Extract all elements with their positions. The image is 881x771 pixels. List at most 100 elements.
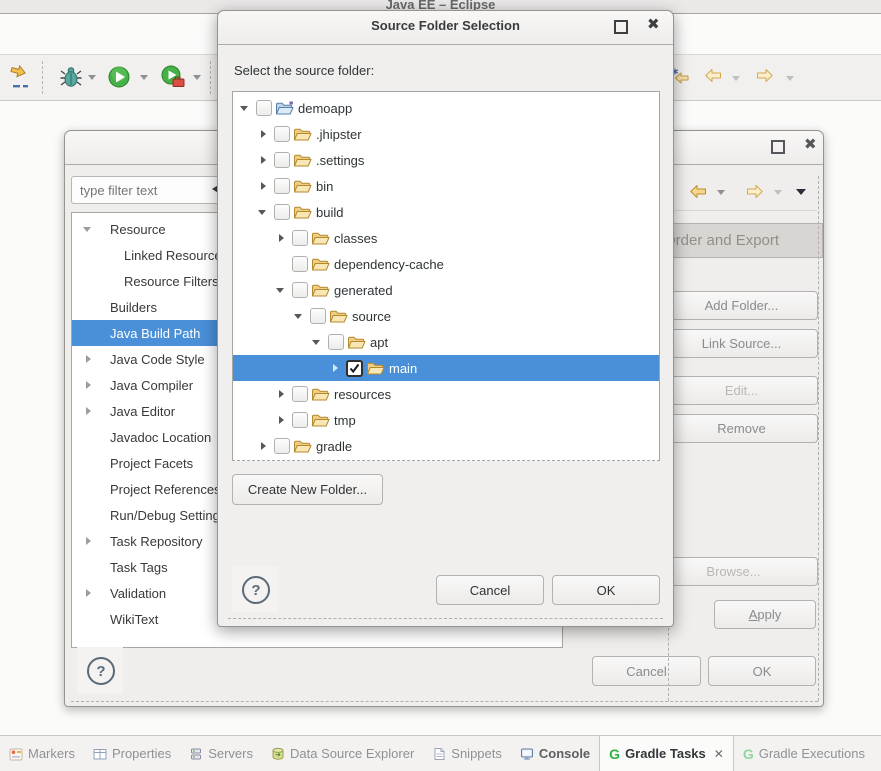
tab-label: Markers xyxy=(28,746,75,761)
add-folder-button[interactable]: Add Folder... xyxy=(665,291,818,320)
divider xyxy=(818,176,819,701)
expander-collapsed-icon[interactable] xyxy=(82,587,94,600)
checkbox[interactable] xyxy=(292,386,308,402)
expander-collapsed-icon[interactable] xyxy=(82,379,94,392)
folder-icon xyxy=(293,179,312,194)
expander-collapsed-icon[interactable] xyxy=(329,362,341,375)
tree-row[interactable]: dependency-cache xyxy=(233,251,659,277)
expander-expanded-icon[interactable] xyxy=(257,206,269,219)
sidebar-item-label: Java Code Style xyxy=(110,352,205,367)
checkbox[interactable] xyxy=(274,178,290,194)
run-icon[interactable] xyxy=(106,64,132,93)
run-external-dropdown-icon[interactable] xyxy=(193,75,201,80)
checkbox[interactable] xyxy=(292,282,308,298)
debug-icon[interactable] xyxy=(58,64,84,93)
cancel-button[interactable]: Cancel xyxy=(592,656,701,686)
apply-button[interactable]: Apply xyxy=(714,600,816,629)
tree-row[interactable]: resources xyxy=(233,381,659,407)
close-tab-icon[interactable]: ✕ xyxy=(714,747,724,761)
expander-collapsed-icon[interactable] xyxy=(257,154,269,167)
tab-properties[interactable]: Properties xyxy=(84,736,180,771)
forward-icon[interactable] xyxy=(745,183,764,204)
maximize-icon[interactable] xyxy=(614,20,628,34)
expander-collapsed-icon[interactable] xyxy=(257,128,269,141)
checkbox[interactable] xyxy=(256,100,272,116)
checkbox[interactable] xyxy=(292,230,308,246)
navigate-to-source-icon[interactable] xyxy=(8,63,36,94)
checkbox[interactable] xyxy=(292,256,308,272)
tab-snippets[interactable]: Snippets xyxy=(423,736,511,771)
tree-row[interactable]: .settings xyxy=(233,147,659,173)
run-dropdown-icon[interactable] xyxy=(140,75,148,80)
tree-row[interactable]: build xyxy=(233,199,659,225)
close-icon[interactable]: ✖ xyxy=(647,16,660,34)
tree-row[interactable]: gradle xyxy=(233,433,659,459)
tree-row[interactable]: bin xyxy=(233,173,659,199)
folder-icon xyxy=(293,439,312,454)
tree-item-label: dependency-cache xyxy=(334,257,444,272)
cancel-button[interactable]: Cancel xyxy=(436,575,544,605)
expander-expanded-icon[interactable] xyxy=(239,102,251,115)
run-external-tools-icon[interactable] xyxy=(160,64,188,93)
checkbox[interactable] xyxy=(274,152,290,168)
forward-dropdown-icon[interactable] xyxy=(786,76,794,81)
expander-expanded-icon[interactable] xyxy=(275,284,287,297)
expander-expanded-icon[interactable] xyxy=(82,223,94,236)
tree-row[interactable]: .jhipster xyxy=(233,121,659,147)
expander-collapsed-icon[interactable] xyxy=(82,405,94,418)
ok-button[interactable]: OK xyxy=(708,656,816,686)
view-menu-icon[interactable] xyxy=(796,189,806,195)
back-dropdown-icon[interactable] xyxy=(732,76,740,81)
checkbox[interactable] xyxy=(292,412,308,428)
tab-label: Console xyxy=(539,746,590,761)
bottom-view-tabbar: Markers PropertiesServersData Source Expl… xyxy=(0,735,881,771)
remove-button[interactable]: Remove xyxy=(665,414,818,443)
expander-collapsed-icon[interactable] xyxy=(82,353,94,366)
sidebar-item-label: Linked Resources xyxy=(124,248,228,263)
help-icon[interactable]: ? xyxy=(242,576,270,604)
back-icon[interactable] xyxy=(689,183,708,204)
forward-dropdown-icon[interactable] xyxy=(774,190,782,195)
divider xyxy=(665,210,817,211)
expander-collapsed-icon[interactable] xyxy=(275,414,287,427)
expander-collapsed-icon[interactable] xyxy=(82,535,94,548)
last-edit-location-icon[interactable] xyxy=(671,67,691,90)
tab-markers[interactable]: Markers xyxy=(0,736,84,771)
tab-data-source-explorer[interactable]: Data Source Explorer xyxy=(262,736,423,771)
checkbox[interactable] xyxy=(274,126,290,142)
tree-row[interactable]: source xyxy=(233,303,659,329)
expander-spacer xyxy=(275,258,287,271)
create-new-folder-button[interactable]: Create New Folder... xyxy=(232,474,383,505)
checkbox[interactable] xyxy=(310,308,326,324)
checkbox[interactable] xyxy=(274,438,290,454)
tree-row[interactable]: demoapp xyxy=(233,95,659,121)
checkbox[interactable] xyxy=(274,204,290,220)
expander-collapsed-icon[interactable] xyxy=(275,388,287,401)
expander-collapsed-icon[interactable] xyxy=(257,440,269,453)
link-source-button[interactable]: Link Source... xyxy=(665,329,818,358)
expander-collapsed-icon[interactable] xyxy=(275,232,287,245)
tab-servers[interactable]: Servers xyxy=(180,736,262,771)
expander-collapsed-icon[interactable] xyxy=(257,180,269,193)
forward-icon[interactable] xyxy=(755,67,774,88)
ok-button[interactable]: OK xyxy=(552,575,660,605)
back-icon[interactable] xyxy=(704,67,723,88)
debug-dropdown-icon[interactable] xyxy=(88,75,96,80)
expander-expanded-icon[interactable] xyxy=(293,310,305,323)
tree-row[interactable]: main xyxy=(233,355,659,381)
tree-row[interactable]: generated xyxy=(233,277,659,303)
close-icon[interactable]: ✖ xyxy=(804,136,817,154)
tree-row[interactable]: apt xyxy=(233,329,659,355)
tab-gradle-executions[interactable]: GGradle Executions xyxy=(734,736,874,771)
checkbox[interactable] xyxy=(328,334,344,350)
tab-console[interactable]: Console xyxy=(511,736,599,771)
tree-row[interactable]: classes xyxy=(233,225,659,251)
modal-titlebar[interactable]: Source Folder Selection ✖ xyxy=(218,11,673,45)
help-icon[interactable]: ? xyxy=(87,657,115,685)
tree-row[interactable]: tmp xyxy=(233,407,659,433)
maximize-icon[interactable] xyxy=(771,140,785,154)
checkbox-checked[interactable] xyxy=(346,360,363,377)
expander-expanded-icon[interactable] xyxy=(311,336,323,349)
back-dropdown-icon[interactable] xyxy=(717,190,725,195)
tab-gradle-tasks[interactable]: GGradle Tasks✕ xyxy=(599,736,734,771)
